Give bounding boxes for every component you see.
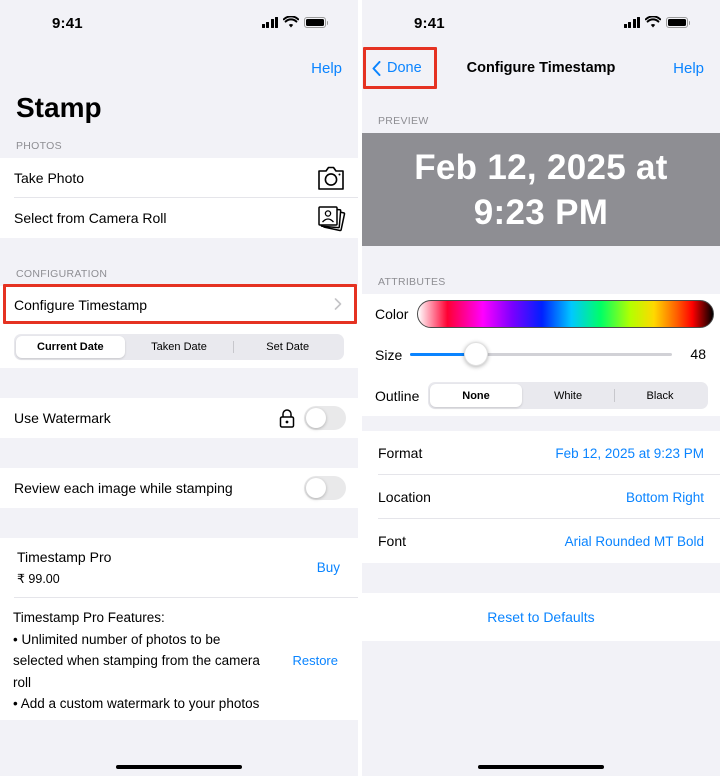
reset-defaults-button[interactable]: Reset to Defaults	[487, 609, 594, 625]
configure-timestamp-label: Configure Timestamp	[14, 297, 148, 313]
take-photo-row[interactable]: Take Photo	[0, 158, 358, 198]
preview-line-time: 9:23 PM	[473, 192, 609, 232]
outline-label: Outline	[375, 388, 420, 404]
font-value: Arial Rounded MT Bold	[564, 533, 704, 549]
size-value: 48	[690, 346, 706, 362]
font-label: Font	[378, 533, 407, 549]
segment-taken-date-label: Taken Date	[151, 341, 207, 353]
restore-button[interactable]: Restore	[292, 650, 338, 672]
format-value: Feb 12, 2025 at 9:23 PM	[555, 445, 704, 461]
home-indicator	[116, 765, 242, 769]
configuration-section-header: CONFIGURATION	[16, 268, 108, 280]
status-bar: 9:41	[0, 0, 358, 46]
photos-card: Take Photo Select from Camera Roll	[0, 158, 358, 238]
feature-item-2: • Add a custom watermark to your photos	[13, 696, 260, 711]
cellular-signal-icon	[261, 16, 278, 28]
use-watermark-row: Use Watermark	[0, 398, 358, 438]
watermark-toggle[interactable]	[304, 406, 346, 430]
camera-icon	[318, 166, 344, 190]
attributes-section-header: ATTRIBUTES	[378, 276, 446, 288]
home-indicator	[478, 765, 604, 769]
review-card: Review each image while stamping	[0, 468, 358, 508]
size-slider-thumb[interactable]	[464, 342, 488, 366]
format-label: Format	[378, 445, 423, 461]
take-photo-label: Take Photo	[14, 170, 85, 186]
status-time: 9:41	[52, 15, 83, 32]
configure-timestamp-row[interactable]: Configure Timestamp	[0, 286, 358, 324]
wifi-icon	[283, 16, 299, 28]
nav-title: Configure Timestamp	[466, 60, 616, 76]
preview-section-header: PREVIEW	[378, 115, 429, 127]
camera-roll-row[interactable]: Select from Camera Roll	[0, 198, 358, 238]
pro-purchase-row: Timestamp Pro ₹ 99.00 Buy	[0, 538, 358, 598]
color-label: Color	[375, 306, 409, 322]
status-icons	[261, 16, 328, 28]
features-title: Timestamp Pro Features:	[13, 610, 165, 625]
pro-card: Timestamp Pro ₹ 99.00 Buy Timestamp Pro …	[0, 538, 358, 720]
help-button[interactable]: Help	[673, 60, 704, 77]
segment-current-date[interactable]: Current Date	[16, 336, 125, 358]
segment-set-date-label: Set Date	[266, 341, 310, 353]
battery-icon	[304, 16, 328, 28]
format-card: Format Feb 12, 2025 at 9:23 PM Location …	[362, 431, 720, 563]
lock-icon	[279, 409, 295, 428]
cellular-signal-icon	[623, 16, 640, 28]
watermark-card: Use Watermark	[0, 398, 358, 438]
location-row[interactable]: Location Bottom Right	[362, 475, 720, 519]
buy-button[interactable]: Buy	[317, 560, 340, 575]
font-row[interactable]: Font Arial Rounded MT Bold	[362, 519, 720, 563]
color-spectrum-picker[interactable]	[417, 300, 714, 328]
date-mode-segmented-control: Current Date Taken Date Set Date	[14, 334, 344, 360]
photo-stack-icon	[318, 206, 346, 232]
outline-segmented-control: None White Black	[428, 382, 708, 409]
status-bar: 9:41	[362, 0, 720, 46]
configure-timestamp-screen: 9:41 Done Configure Timestamp Help PREVI…	[362, 0, 720, 776]
size-slider[interactable]	[410, 342, 672, 366]
pro-features: Timestamp Pro Features: • Unlimited numb…	[0, 598, 358, 715]
stamp-main-screen: 9:41 Help Stamp PHOTOS Take Photo Select…	[0, 0, 358, 776]
photos-section-header: PHOTOS	[16, 140, 62, 152]
pro-price: ₹ 99.00	[17, 572, 60, 586]
segment-outline-white[interactable]: White	[522, 384, 614, 407]
help-button[interactable]: Help	[311, 60, 342, 77]
pro-title: Timestamp Pro	[17, 549, 112, 565]
wifi-icon	[645, 16, 661, 28]
review-images-toggle[interactable]	[304, 476, 346, 500]
segment-taken-date[interactable]: Taken Date	[125, 336, 234, 358]
use-watermark-label: Use Watermark	[14, 410, 111, 426]
segment-outline-black[interactable]: Black	[614, 384, 706, 407]
location-value: Bottom Right	[625, 489, 704, 505]
segment-set-date[interactable]: Set Date	[233, 336, 342, 358]
screenshot-canvas: 9:41 Help Stamp PHOTOS Take Photo Select…	[0, 0, 720, 776]
camera-roll-label: Select from Camera Roll	[14, 210, 167, 226]
status-icons	[623, 16, 690, 28]
preview-line-date: Feb 12, 2025 at	[414, 147, 668, 187]
segment-outline-white-label: White	[553, 389, 583, 402]
segment-outline-black-label: Black	[646, 389, 674, 402]
chevron-right-icon	[334, 298, 342, 310]
format-row[interactable]: Format Feb 12, 2025 at 9:23 PM	[362, 431, 720, 475]
timestamp-preview: Feb 12, 2025 at 9:23 PM	[362, 133, 720, 246]
status-time: 9:41	[414, 15, 445, 32]
review-images-row: Review each image while stamping	[0, 468, 358, 508]
size-label: Size	[375, 347, 403, 363]
segment-outline-none[interactable]: None	[430, 384, 522, 407]
reset-card: Reset to Defaults	[362, 593, 720, 641]
feature-item-1c: roll	[13, 674, 32, 690]
configuration-card: Configure Timestamp Current Date Taken D…	[0, 286, 358, 368]
review-images-label: Review each image while stamping	[14, 480, 233, 496]
location-label: Location	[378, 489, 431, 505]
page-title: Stamp	[16, 92, 102, 123]
feature-item-1a: • Unlimited number of photos to be	[13, 631, 221, 647]
battery-icon	[666, 16, 690, 28]
